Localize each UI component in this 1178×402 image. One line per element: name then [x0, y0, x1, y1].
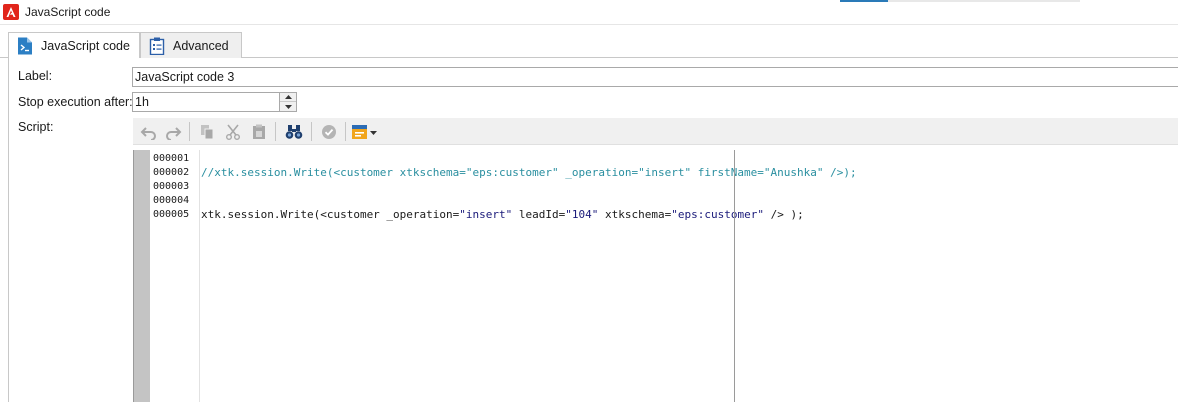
arrow-up-icon [284, 95, 292, 99]
code-token: /> ); [763, 208, 804, 221]
spinner-up-button[interactable] [280, 93, 296, 102]
insert-field-icon [352, 124, 377, 139]
script-editor[interactable]: 000001 000002 000003 000004 000005 //xtk… [133, 150, 1178, 402]
arrow-down-icon [284, 104, 292, 109]
title-bar-strip-accent [840, 0, 888, 2]
tab-javascript-code-label: JavaScript code [41, 39, 130, 53]
adobe-logo-icon [3, 4, 19, 20]
copy-icon [201, 124, 214, 139]
cut-button[interactable] [222, 121, 244, 142]
code-token: xtkschema= [598, 208, 672, 221]
checkmark-circle-icon [322, 124, 336, 139]
code-string-token: "eps:customer" [671, 208, 764, 221]
find-button[interactable] [283, 121, 305, 142]
clipboard-icon [149, 37, 165, 55]
print-margin-line [734, 150, 735, 402]
code-line-comment: //xtk.session.Write(<customer xtkschema=… [201, 166, 857, 179]
toolbar-separator [189, 122, 190, 141]
paste-icon [253, 124, 265, 139]
script-caption: Script: [18, 120, 54, 134]
line-number: 000004 [153, 195, 190, 206]
script-toolbar [133, 118, 1178, 145]
tab-advanced[interactable]: Advanced [140, 32, 242, 58]
label-caption: Label: [18, 69, 53, 83]
label-input[interactable] [132, 67, 1178, 87]
tab-javascript-code[interactable]: JavaScript code [8, 32, 140, 59]
line-number: 000003 [153, 181, 190, 192]
code-token: xtk.session.Write(<customer _operation= [201, 208, 460, 221]
insert-field-button[interactable] [350, 121, 380, 142]
code-string-token: "insert" [459, 208, 513, 221]
toolbar-separator [345, 122, 346, 141]
paste-button[interactable] [248, 121, 270, 142]
code-string-token: "104" [565, 208, 599, 221]
line-number: 000005 [153, 209, 190, 220]
line-number-gutter: 000001 000002 000003 000004 000005 [150, 150, 200, 402]
title-bar: JavaScript code [0, 0, 1178, 25]
redo-button[interactable] [162, 121, 184, 142]
toolbar-separator [275, 122, 276, 141]
toolbar-separator [311, 122, 312, 141]
window-title: JavaScript code [25, 5, 111, 19]
code-line-write: xtk.session.Write(<customer _operation="… [201, 208, 804, 221]
editor-margin-bar [134, 150, 150, 402]
line-number: 000002 [153, 167, 190, 178]
redo-icon [166, 126, 182, 140]
stop-execution-caption: Stop execution after: [18, 95, 133, 109]
binoculars-icon [285, 124, 303, 139]
line-number: 000001 [153, 153, 190, 164]
stop-execution-spinner [280, 92, 297, 112]
tab-bar: JavaScript code Advanced [0, 32, 1178, 59]
javascript-file-icon [17, 37, 33, 55]
copy-button[interactable] [196, 121, 218, 142]
cut-icon [226, 124, 240, 140]
code-token: leadId= [512, 208, 566, 221]
tab-advanced-label: Advanced [173, 38, 229, 53]
check-syntax-button[interactable] [318, 121, 340, 142]
spinner-down-button[interactable] [280, 102, 296, 111]
stop-execution-input[interactable] [132, 92, 280, 112]
undo-button[interactable] [138, 121, 160, 142]
undo-icon [140, 126, 156, 140]
